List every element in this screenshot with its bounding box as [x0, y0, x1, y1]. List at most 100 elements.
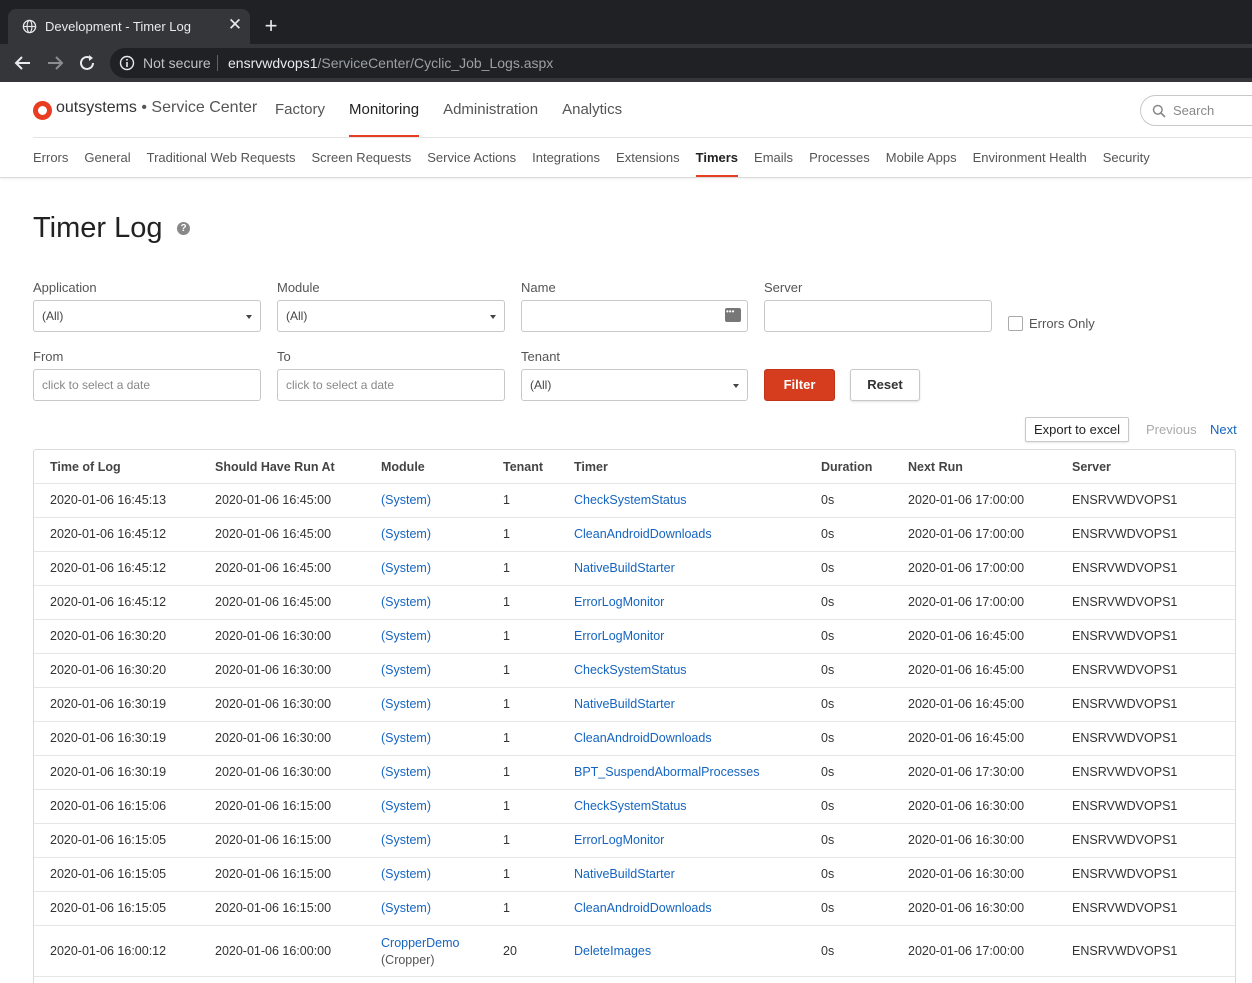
cell-timer[interactable]: CheckSystemStatus	[574, 493, 687, 507]
next-page-link[interactable]: Next	[1210, 422, 1237, 437]
tab-title: Development - Timer Log	[45, 19, 191, 34]
help-icon[interactable]: ?	[177, 222, 190, 235]
cell-module[interactable]: (System)	[381, 867, 431, 881]
cell-module[interactable]: (System)	[381, 765, 431, 779]
cell-timer[interactable]: CleanAndroidDownloads	[574, 527, 712, 541]
info-icon[interactable]	[119, 55, 135, 71]
cell-timer[interactable]: CheckSystemStatus	[574, 799, 687, 813]
previous-page-link[interactable]: Previous	[1146, 422, 1197, 437]
tab-integrations[interactable]: Integrations	[532, 150, 600, 177]
cell-timer[interactable]: NativeBuildStarter	[574, 697, 675, 711]
browser-tab[interactable]: Development - Timer Log ✕	[8, 9, 250, 44]
cell-module[interactable]: (System)	[381, 799, 431, 813]
cell-module[interactable]: (System)	[381, 731, 431, 745]
filter-button[interactable]: Filter	[764, 369, 835, 401]
cell-time-of-log: 2020-01-06 16:45:12	[50, 595, 167, 609]
cell-timer[interactable]: CheckSystemStatus	[574, 663, 687, 677]
tab-screen-requests[interactable]: Screen Requests	[312, 150, 412, 177]
column-header-next-run[interactable]: Next Run	[908, 460, 963, 474]
forward-arrow-icon[interactable]	[44, 52, 66, 74]
cell-time-of-log: 2020-01-06 16:15:05	[50, 901, 167, 915]
column-header-tenant[interactable]: Tenant	[503, 460, 543, 474]
tab-general[interactable]: General	[84, 150, 130, 177]
errors-only-checkbox[interactable]	[1008, 316, 1023, 331]
cell-timer[interactable]: ErrorLogMonitor	[574, 833, 664, 847]
tab-emails[interactable]: Emails	[754, 150, 793, 177]
cell-timer[interactable]: CleanAndroidDownloads	[574, 901, 712, 915]
sub-nav: Errors General Traditional Web Requests Scr…	[33, 150, 1166, 177]
from-label: From	[33, 349, 64, 364]
tab-errors[interactable]: Errors	[33, 150, 68, 177]
tab-service-actions[interactable]: Service Actions	[427, 150, 516, 177]
new-tab-button[interactable]: +	[260, 15, 282, 38]
outsystems-logo-icon[interactable]	[33, 101, 52, 120]
tenant-select[interactable]: (All)	[521, 369, 748, 401]
cell-module[interactable]: (System)	[381, 629, 431, 643]
tab-timers[interactable]: Timers	[695, 150, 739, 177]
nav-item-monitoring[interactable]: Monitoring	[349, 101, 420, 138]
cell-module[interactable]: (System)	[381, 561, 431, 575]
column-header-duration[interactable]: Duration	[821, 460, 872, 474]
cell-timer[interactable]: NativeBuildStarter	[574, 867, 675, 881]
cell-time-of-log: 2020-01-06 16:15:06	[50, 799, 167, 813]
nav-item-administration[interactable]: Administration	[443, 101, 538, 138]
cell-timer[interactable]: ErrorLogMonitor	[574, 629, 664, 643]
search-input[interactable]: Search	[1140, 95, 1252, 126]
cell-module[interactable]: (System)	[381, 595, 431, 609]
tab-extensions[interactable]: Extensions	[616, 150, 680, 177]
to-date-field[interactable]: click to select a date	[277, 369, 505, 401]
address-bar[interactable]: Not secure ensrvwdvops1/ServiceCenter/Cy…	[110, 48, 1252, 78]
module-label: Module	[277, 280, 320, 295]
application-label: Application	[33, 280, 97, 295]
name-field[interactable]	[521, 300, 748, 332]
from-date-field[interactable]: click to select a date	[33, 369, 261, 401]
module-select[interactable]: (All)	[277, 300, 505, 332]
application-select[interactable]: (All)	[33, 300, 261, 332]
tab-traditional-web-requests[interactable]: Traditional Web Requests	[147, 150, 296, 177]
brand-title[interactable]: outsystems • Service Center	[56, 99, 257, 117]
cell-should-have-run-at: 2020-01-06 16:30:00	[215, 629, 332, 643]
cell-timer[interactable]: BPT_SuspendAbormalProcesses	[574, 765, 760, 779]
back-arrow-icon[interactable]	[12, 52, 34, 74]
server-field[interactable]	[764, 300, 992, 332]
table-row: 2020-01-06 16:45:13 2020-01-06 16:45:00 (S…	[34, 484, 1235, 518]
table-row: 2020-01-06 16:30:19 2020-01-06 16:30:00 (S…	[34, 756, 1235, 790]
tab-environment-health[interactable]: Environment Health	[973, 150, 1087, 177]
errors-only-label[interactable]: Errors Only	[1029, 316, 1095, 331]
cell-module[interactable]: (System)	[381, 697, 431, 711]
close-tab-icon[interactable]: ✕	[226, 16, 244, 34]
column-header-timer[interactable]: Timer	[574, 460, 608, 474]
url-divider	[217, 55, 218, 71]
cell-timer[interactable]: ErrorLogMonitor	[574, 595, 664, 609]
cell-module[interactable]: (System)	[381, 527, 431, 541]
reset-button[interactable]: Reset	[850, 369, 920, 401]
column-header-module[interactable]: Module	[381, 460, 425, 474]
cell-module[interactable]: (System)	[381, 833, 431, 847]
nav-item-analytics[interactable]: Analytics	[562, 101, 622, 138]
cell-tenant: 1	[503, 527, 510, 541]
cell-module[interactable]: CropperDemo	[381, 936, 460, 950]
cell-time-of-log: 2020-01-06 16:15:05	[50, 833, 167, 847]
column-header-time-of-log[interactable]: Time of Log	[50, 460, 121, 474]
nav-item-factory[interactable]: Factory	[275, 101, 325, 138]
cell-server: ENSRVWDVOPS1	[1072, 697, 1178, 711]
table-row: 2020-01-06 16:30:20 2020-01-06 16:30:00 (S…	[34, 654, 1235, 688]
cell-module[interactable]: (System)	[381, 663, 431, 677]
cell-next-run: 2020-01-06 17:00:00	[908, 561, 1025, 575]
tab-mobile-apps[interactable]: Mobile Apps	[886, 150, 957, 177]
tab-security[interactable]: Security	[1103, 150, 1150, 177]
cell-tenant: 1	[503, 629, 510, 643]
cell-module[interactable]: (System)	[381, 901, 431, 915]
cell-timer[interactable]: CleanAndroidDownloads	[574, 731, 712, 745]
reload-icon[interactable]	[76, 52, 98, 74]
tab-processes[interactable]: Processes	[809, 150, 870, 177]
column-header-should-have-run-at[interactable]: Should Have Run At	[215, 460, 335, 474]
cell-timer[interactable]: NativeBuildStarter	[574, 561, 675, 575]
cell-timer[interactable]: DeleteImages	[574, 944, 651, 958]
column-header-server[interactable]: Server	[1072, 460, 1111, 474]
export-to-excel-button[interactable]: Export to excel	[1025, 417, 1129, 442]
table-row: 2020-01-06 16:30:19 2020-01-06 16:30:00 (S…	[34, 722, 1235, 756]
url-text[interactable]: ensrvwdvops1/ServiceCenter/Cyclic_Job_Lo…	[228, 55, 553, 71]
keyboard-icon[interactable]	[725, 307, 741, 322]
cell-module[interactable]: (System)	[381, 493, 431, 507]
